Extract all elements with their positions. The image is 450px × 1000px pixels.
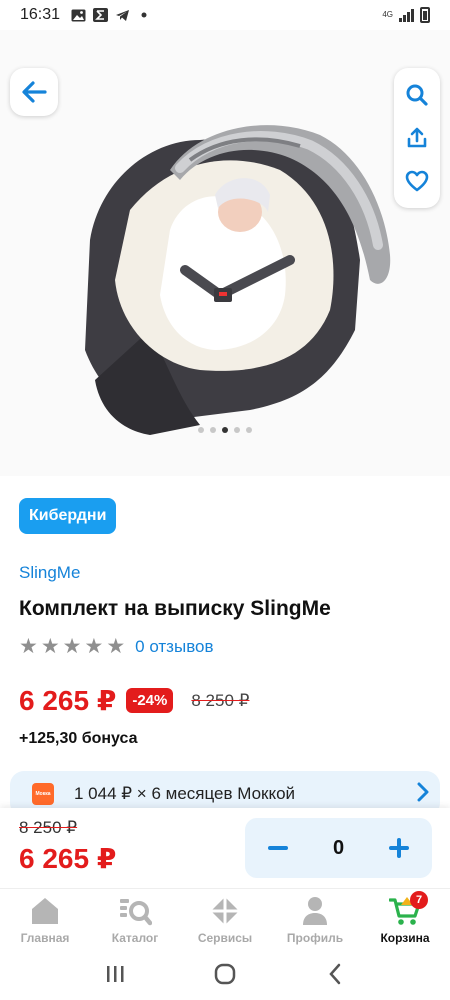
home-circle-icon — [214, 963, 236, 985]
star-icon: ★ — [84, 635, 104, 658]
nav-label: Профиль — [286, 931, 344, 945]
star-icon: ★ — [106, 635, 126, 658]
pagination-dot[interactable] — [246, 427, 252, 433]
catalog-search-icon — [118, 895, 152, 927]
recent-apps-button[interactable] — [100, 959, 130, 989]
rating[interactable]: ★ ★ ★ ★ ★ 0 отзывов — [19, 636, 214, 657]
old-price: 8 250 ₽ — [191, 690, 250, 710]
installment-text: 1 044 ₽ × 6 месяцев Моккой — [74, 784, 296, 803]
cart-icon: 7 — [388, 891, 428, 927]
buy-bar-old-price: 8 250 ₽ — [19, 818, 78, 837]
nav-label: Каталог — [111, 931, 159, 945]
nav-services[interactable]: Сервисы — [180, 889, 270, 948]
signal-icon — [399, 8, 414, 22]
sigma-icon — [92, 8, 108, 22]
notification-icons — [70, 8, 152, 22]
recent-apps-icon — [107, 966, 124, 982]
mokka-logo-icon: Мокка — [32, 783, 54, 805]
discount-badge: -24% — [126, 688, 174, 713]
cart-count-badge: 7 — [410, 891, 428, 909]
nav-catalog[interactable]: Каталог — [90, 889, 180, 948]
share-icon — [407, 127, 427, 148]
product-photo — [0, 30, 450, 476]
gallery-pagination — [0, 427, 450, 433]
star-icon: ★ — [19, 635, 38, 658]
brand-link[interactable]: SlingMe — [19, 563, 80, 583]
buy-bar-price: 6 265 ₽ — [19, 843, 117, 874]
pagination-dot[interactable] — [198, 427, 204, 433]
pagination-dot[interactable] — [234, 427, 240, 433]
pagination-dot[interactable] — [210, 427, 216, 433]
product-gallery[interactable] — [0, 30, 450, 476]
star-icon: ★ — [62, 635, 82, 658]
nav-label: Корзина — [380, 931, 430, 945]
bonus-text: +125,30 бонуса — [19, 730, 138, 747]
telegram-icon — [114, 8, 130, 22]
battery-icon — [420, 7, 430, 23]
back-button[interactable] — [10, 68, 58, 116]
decrease-button[interactable] — [263, 833, 293, 863]
services-icon — [208, 895, 242, 927]
share-button[interactable] — [402, 123, 432, 153]
nav-profile[interactable]: Профиль — [270, 889, 360, 948]
status-time: 16:31 — [20, 6, 61, 23]
profile-icon — [298, 895, 332, 927]
increase-button[interactable] — [384, 833, 414, 863]
quantity-value: 0 — [332, 836, 345, 859]
reviews-link[interactable]: 0 отзывов — [135, 637, 213, 657]
pagination-dot-active[interactable] — [222, 427, 228, 433]
nav-home[interactable]: Главная — [0, 889, 90, 948]
action-panel — [394, 68, 440, 208]
status-bar: 16:31 4G — [0, 0, 450, 30]
chevron-right-icon — [416, 782, 430, 807]
system-navigation-bar — [0, 948, 450, 1000]
search-button[interactable] — [402, 80, 432, 110]
buy-bar: 8 250 ₽ 6 265 ₽ 0 — [0, 808, 450, 888]
system-status-icons: 4G — [382, 7, 430, 23]
chevron-left-icon — [329, 963, 341, 985]
product-title: Комплект на выписку SlingMe — [19, 597, 331, 620]
minus-icon — [268, 846, 288, 850]
dot-icon — [136, 8, 152, 22]
favorite-button[interactable] — [402, 166, 432, 196]
nav-label: Главная — [20, 931, 70, 945]
network-type: 4G — [382, 10, 393, 19]
arrow-left-icon — [22, 81, 47, 103]
nav-cart[interactable]: 7 Корзина — [360, 889, 450, 948]
home-icon — [28, 895, 62, 927]
heart-icon — [405, 170, 429, 191]
system-back-button[interactable] — [320, 959, 350, 989]
bottom-navigation: Главная Каталог Сервисы Профиль 7 Корзин… — [0, 888, 450, 948]
promo-badge[interactable]: Кибердни — [19, 498, 117, 534]
image-icon — [70, 8, 86, 22]
search-icon — [406, 84, 428, 106]
home-button[interactable] — [210, 959, 240, 989]
price-row: 6 265 ₽ -24% 8 250 ₽ — [19, 684, 249, 717]
star-icon: ★ — [40, 635, 60, 658]
current-price: 6 265 ₽ — [19, 685, 117, 716]
product-page: 16:31 4G Кибердни SlingMe Комплект на вы… — [0, 0, 450, 1000]
plus-icon — [389, 838, 409, 858]
quantity-stepper: 0 — [245, 818, 432, 878]
nav-label: Сервисы — [197, 931, 253, 945]
